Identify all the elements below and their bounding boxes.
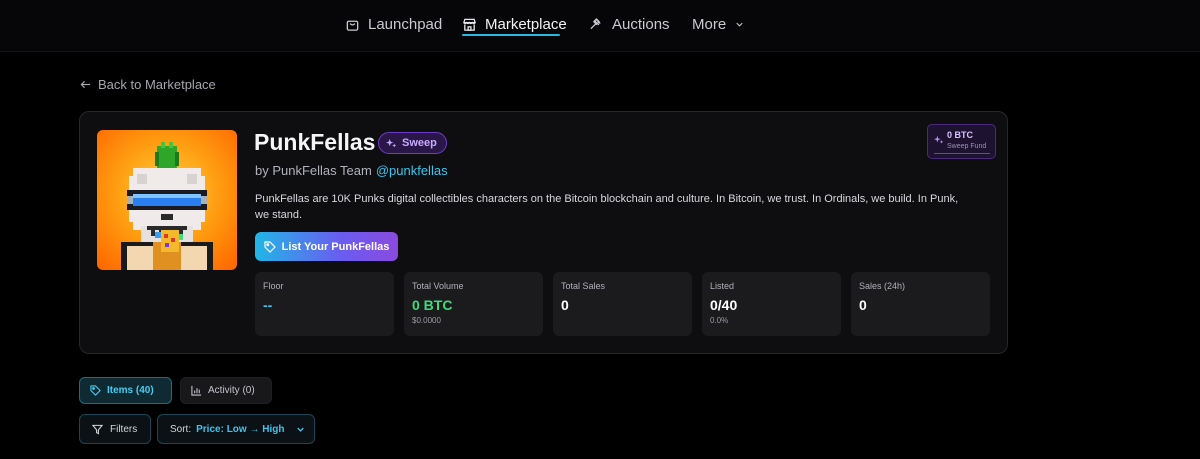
list-button-label: List Your PunkFellas bbox=[281, 240, 390, 253]
sweep-fund-value: 0 BTC bbox=[947, 130, 974, 140]
nav-item-label: Marketplace bbox=[485, 15, 567, 33]
nav-item-more[interactable]: More bbox=[692, 12, 745, 36]
nav-item-label: Launchpad bbox=[368, 15, 443, 33]
stat-value: 0 BTC bbox=[412, 297, 453, 313]
collection-description: PunkFellas are 10K Punks digital collect… bbox=[255, 193, 959, 221]
stat-label: Floor bbox=[263, 281, 284, 291]
nav-item-launchpad[interactable]: Launchpad bbox=[345, 12, 442, 36]
chevron-down-icon bbox=[297, 427, 305, 432]
collection-title: PunkFellas bbox=[254, 129, 376, 155]
tab-activity[interactable]: Activity (0) bbox=[180, 377, 272, 404]
tag-icon bbox=[90, 385, 101, 396]
sweep-fund-badge[interactable]: 0 BTC Sweep Fund bbox=[927, 124, 996, 159]
stat-value: 0 bbox=[561, 297, 569, 313]
nav-item-label: More bbox=[692, 15, 727, 33]
sweep-badge-label: Sweep bbox=[402, 137, 437, 149]
collection-card: PunkFellas Sweep by PunkFellas Team @punk… bbox=[79, 111, 1008, 354]
sweep-badge[interactable]: Sweep bbox=[378, 132, 447, 154]
collection-byline: by PunkFellas Team @punkfellas bbox=[255, 163, 448, 178]
stat-subvalue: $0.0000 bbox=[412, 316, 441, 325]
stat-total-sales: Total Sales 0 bbox=[553, 272, 692, 336]
filter-icon bbox=[92, 424, 103, 435]
sparkles-icon bbox=[934, 135, 944, 144]
stat-value: 0 bbox=[859, 297, 867, 313]
tab-items[interactable]: Items (40) bbox=[79, 377, 172, 404]
stat-value: 0/40 bbox=[710, 297, 738, 313]
tab-label: Items (40) bbox=[107, 385, 154, 396]
stat-floor: Floor -- bbox=[255, 272, 394, 336]
stat-label: Listed bbox=[710, 281, 735, 291]
back-to-marketplace-link[interactable]: Back to Marketplace bbox=[80, 77, 216, 92]
active-tab-indicator bbox=[462, 34, 560, 36]
gavel-icon bbox=[590, 17, 601, 29]
stat-sales-24h: Sales (24h) 0 bbox=[851, 272, 990, 336]
creator-label: by PunkFellas Team bbox=[255, 163, 372, 178]
bar-chart-icon bbox=[191, 385, 202, 396]
creator-handle-link[interactable]: @punkfellas bbox=[376, 163, 448, 178]
stat-label: Total Volume bbox=[412, 281, 464, 291]
arrow-left-icon bbox=[80, 80, 91, 89]
nav-item-marketplace[interactable]: Marketplace bbox=[462, 12, 567, 36]
sort-prefix: Sort: bbox=[170, 423, 192, 435]
list-your-punkfellas-button[interactable]: List Your PunkFellas bbox=[255, 232, 398, 261]
sweep-fund-label: Sweep Fund bbox=[947, 143, 987, 150]
top-navigation: Launchpad Marketplace Auctions More bbox=[0, 0, 1200, 52]
nav-item-auctions[interactable]: Auctions bbox=[589, 12, 670, 36]
stat-subvalue: 0.0% bbox=[710, 316, 729, 325]
sort-value: Price: Low → High bbox=[196, 423, 285, 435]
chevron-down-icon bbox=[736, 22, 743, 27]
nav-item-label: Auctions bbox=[612, 15, 670, 33]
back-label: Back to Marketplace bbox=[98, 77, 216, 92]
sparkles-icon bbox=[386, 138, 397, 148]
store-icon bbox=[463, 18, 476, 31]
stat-value: -- bbox=[263, 297, 273, 313]
punk-avatar-image bbox=[97, 130, 237, 270]
stat-listed: Listed 0/40 0.0% bbox=[702, 272, 841, 336]
tab-label: Activity (0) bbox=[208, 385, 255, 396]
filters-label: Filters bbox=[110, 423, 138, 435]
stat-total-volume: Total Volume 0 BTC $0.0000 bbox=[404, 272, 543, 336]
sort-dropdown[interactable]: Sort: Price: Low → High bbox=[157, 414, 315, 444]
bag-icon bbox=[346, 20, 359, 31]
sweep-fund-bar bbox=[934, 153, 990, 154]
stat-label: Sales (24h) bbox=[859, 281, 906, 291]
tag-icon bbox=[263, 240, 276, 253]
collection-avatar bbox=[97, 130, 237, 270]
filters-button[interactable]: Filters bbox=[79, 414, 151, 444]
stat-label: Total Sales bbox=[561, 281, 606, 291]
